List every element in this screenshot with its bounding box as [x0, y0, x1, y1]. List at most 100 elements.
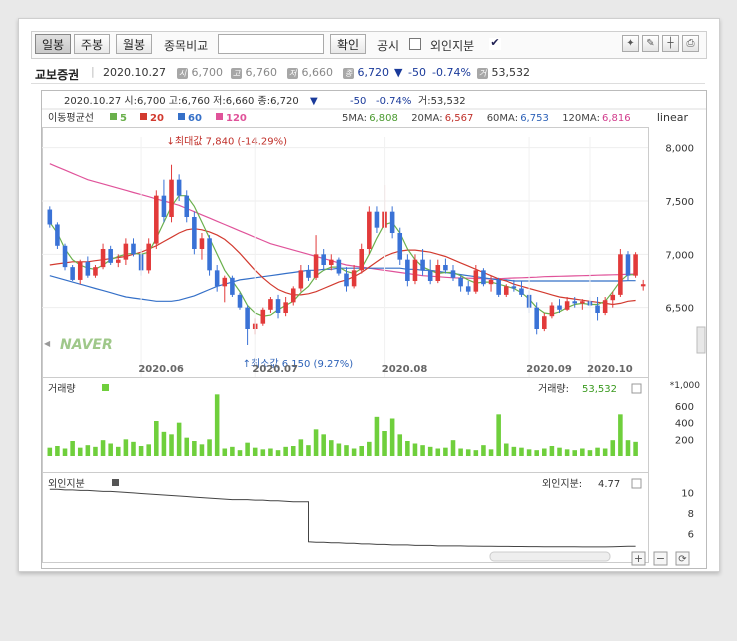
- candle-body: [115, 259, 121, 263]
- candle-body: [359, 249, 364, 271]
- candle-body: [435, 265, 441, 281]
- volume-bar: [382, 431, 387, 456]
- volume-bar: [336, 443, 342, 456]
- volume-bar: [405, 441, 410, 456]
- volume-bar: [77, 447, 83, 456]
- foreign-tick-label: 6: [688, 530, 694, 541]
- candle-body: [192, 217, 197, 249]
- volume-bar: [313, 429, 319, 456]
- candle-body: [519, 288, 524, 295]
- volume-bar: [169, 434, 174, 456]
- volume-bar: [526, 449, 532, 456]
- header-pct: -0.74%: [376, 96, 411, 107]
- volume-bar: [237, 450, 243, 456]
- max-annotation: ↓최대값 7,840 (-14.29%): [167, 136, 288, 148]
- candle-body: [374, 211, 380, 228]
- high-value: 6,760: [245, 66, 278, 79]
- monthly-button[interactable]: 월봉: [116, 34, 153, 54]
- daily-button[interactable]: 일봉: [35, 34, 72, 54]
- volume-tick-label: 200: [675, 435, 694, 446]
- toolbar: 일봉 주봉 월봉 종목비교 확인 공시 외인지분 ✔ ✦ ✎ ┼ ⎙: [31, 31, 707, 59]
- volume-bar: [359, 446, 364, 456]
- weekly-button[interactable]: 주봉: [74, 34, 111, 54]
- candle-body: [154, 195, 159, 244]
- open-icon: 시: [177, 68, 188, 79]
- volume-bar: [511, 446, 517, 456]
- volume-bar: [222, 448, 228, 456]
- compare-input[interactable]: [218, 34, 324, 54]
- candle-body: [450, 270, 456, 278]
- volume-legend-swatch: [102, 384, 109, 391]
- candle-body: [351, 270, 357, 287]
- candle-body: [610, 294, 616, 301]
- ma-value-label: 120MA:: [562, 113, 600, 124]
- print-icon[interactable]: ⎙: [682, 35, 699, 52]
- volume-bar: [503, 443, 509, 456]
- candle-body: [62, 245, 68, 268]
- candle-body: [572, 301, 578, 304]
- chart-area[interactable]: 2020.10.27 시:6,700 고:6,760 저:6,660 종:6,7…: [41, 90, 707, 569]
- candle-body: [465, 286, 471, 292]
- close-value: 6,720: [357, 66, 390, 79]
- header-volume: 거:53,532: [418, 95, 466, 107]
- candle-body: [214, 270, 220, 287]
- candle-body: [496, 279, 501, 295]
- volume-bar: [610, 440, 616, 456]
- candle-body: [100, 249, 106, 268]
- crosshair-icon[interactable]: ┼: [662, 35, 679, 52]
- volume-tick-label: 400: [675, 419, 694, 430]
- volume-bar: [47, 447, 53, 456]
- volume-bar: [557, 447, 562, 456]
- volume-bar: [473, 450, 479, 456]
- volume-bar: [199, 444, 205, 456]
- volume-bar: [268, 448, 273, 456]
- candle-body: [367, 211, 372, 249]
- volume-bar: [192, 441, 197, 456]
- candle-body: [230, 277, 235, 295]
- confirm-button[interactable]: 확인: [330, 34, 367, 54]
- candle-body: [184, 195, 190, 217]
- ohlc-header: 2020.10.27 시:6,700 고:6,760 저:6,660 종:6,7…: [64, 95, 299, 107]
- volume-bar: [534, 450, 539, 456]
- candle-body: [420, 259, 425, 271]
- ma-legend-swatch: [178, 113, 185, 120]
- pen-icon[interactable]: ✎: [642, 35, 659, 52]
- volume-bar: [420, 445, 425, 456]
- candle-body: [336, 259, 342, 274]
- volume-bar: [602, 448, 608, 456]
- ma-legend-label: 60: [188, 113, 202, 124]
- candle-body: [511, 286, 517, 289]
- scroll-left-icon: ◀: [44, 339, 51, 348]
- foreign-checkbox[interactable]: ✔: [489, 37, 501, 50]
- volume-bar: [367, 441, 372, 456]
- candle-body: [55, 224, 60, 246]
- volume-bar: [207, 439, 212, 456]
- ma20-line: [49, 228, 636, 306]
- volume-bar: [443, 447, 448, 456]
- volume-close-icon: [631, 383, 642, 394]
- candle-body: [290, 288, 296, 303]
- foreign-line: [49, 488, 636, 548]
- candle-body: [557, 305, 562, 310]
- chart-frame: 일봉 주봉 월봉 종목비교 확인 공시 외인지분 ✔ ✦ ✎ ┼ ⎙ 교보증권 …: [18, 18, 720, 572]
- candle-body: [397, 233, 403, 260]
- bulb-icon[interactable]: ✦: [622, 35, 639, 52]
- candle-body: [618, 254, 623, 295]
- candle-body: [283, 302, 288, 313]
- candle-body: [207, 238, 212, 271]
- volume-bar: [131, 441, 136, 456]
- x-tick-label: 2020.06: [138, 364, 184, 375]
- volume-bar: [465, 449, 471, 456]
- volume-bar: [252, 447, 258, 456]
- foreign-label: 외인지분: [430, 39, 475, 53]
- volume-bar: [618, 414, 623, 456]
- volume-bar: [108, 443, 113, 456]
- close-icon: 종: [343, 68, 354, 79]
- volume-bar: [542, 448, 547, 456]
- volume-bar: [62, 448, 68, 456]
- change-value: -50: [408, 66, 426, 79]
- candle-body: [77, 261, 83, 280]
- x-tick-label: 2020.10: [587, 364, 633, 375]
- ma-value-label: 20MA:: [411, 113, 442, 124]
- disclosure-checkbox[interactable]: [409, 38, 421, 50]
